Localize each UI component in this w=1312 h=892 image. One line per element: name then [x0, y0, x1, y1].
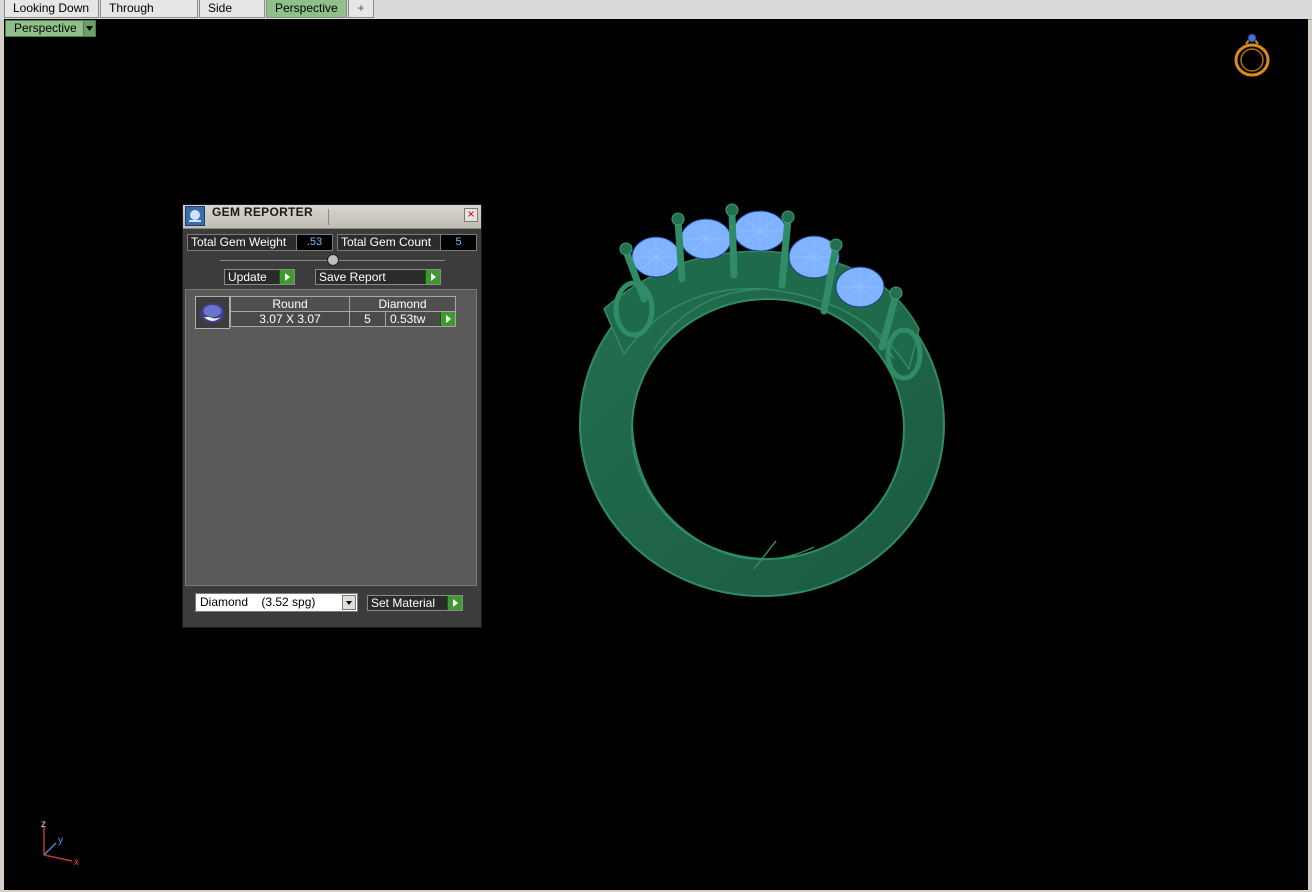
total-gem-count-value[interactable]: 5: [441, 234, 477, 251]
chevron-down-icon[interactable]: [82, 21, 95, 36]
play-arrow-icon[interactable]: [447, 596, 462, 610]
view-tab-bar: Looking Down Through Finger Side View Pe…: [0, 0, 1312, 32]
round-gem-thumbnail-icon[interactable]: [195, 296, 230, 329]
gem-size: 3.07 X 3.07: [230, 311, 350, 327]
save-report-button-label: Save Report: [319, 270, 386, 284]
close-icon[interactable]: ×: [464, 208, 478, 222]
total-gem-weight-label: Total Gem Weight: [187, 234, 297, 251]
gem-material: Diamond: [349, 296, 456, 312]
update-button-label: Update: [228, 270, 267, 284]
tab-side-view[interactable]: Side View: [199, 0, 265, 32]
tab-looking-down[interactable]: Looking Down: [4, 0, 99, 18]
ring-icon[interactable]: [1232, 30, 1272, 80]
gem-reporter-title: GEM REPORTER: [212, 205, 313, 219]
save-report-button[interactable]: Save Report: [315, 269, 441, 285]
gem-reporter-titlebar[interactable]: GEM REPORTER ×: [183, 205, 481, 229]
set-material-button[interactable]: Set Material: [367, 595, 463, 611]
view-label-dropdown[interactable]: Perspective: [5, 20, 96, 37]
total-gem-count-label: Total Gem Count: [337, 234, 441, 251]
total-gem-count-field: Total Gem Count 5: [337, 234, 477, 251]
tab-perspective[interactable]: Perspective: [266, 0, 347, 18]
gem-count: 5: [349, 311, 386, 327]
table-row[interactable]: Round Diamond: [230, 296, 456, 312]
tab-through-finger[interactable]: Through Finger: [100, 0, 198, 32]
chevron-down-icon[interactable]: [342, 595, 356, 610]
set-material-button-label: Set Material: [371, 596, 436, 610]
total-gem-weight-value[interactable]: .53: [297, 234, 333, 251]
gem-shape: Round: [230, 296, 350, 312]
axis-x-label: x: [74, 857, 79, 868]
play-arrow-icon[interactable]: [279, 270, 294, 284]
title-divider: [328, 209, 329, 225]
gem-reporter-panel: GEM REPORTER × Total Gem Weight .53 Tota…: [182, 204, 482, 628]
play-arrow-icon[interactable]: [425, 270, 440, 284]
axis-triad: z y x: [41, 819, 79, 868]
axis-z-label: z: [41, 819, 46, 830]
add-tab-button[interactable]: +: [348, 0, 374, 18]
gem-reporter-logo-icon: [185, 206, 205, 226]
ring-3d-model[interactable]: [564, 179, 964, 609]
material-select-value: Diamond (3.52 spg): [200, 595, 316, 609]
play-arrow-icon[interactable]: [440, 312, 455, 326]
gem-table: Round Diamond 3.07 X 3.07 5 0.53tw: [230, 296, 456, 327]
table-row[interactable]: 3.07 X 3.07 5 0.53tw: [230, 311, 456, 327]
gem-weight: 0.53tw: [390, 312, 426, 326]
view-label-text: Perspective: [14, 21, 77, 35]
splitter-handle[interactable]: [327, 254, 339, 266]
gem-list: Round Diamond 3.07 X 3.07 5 0.53tw: [185, 289, 477, 586]
gem-weight-cell: 0.53tw: [385, 311, 456, 327]
update-button[interactable]: Update: [224, 269, 295, 285]
axis-y-label: y: [58, 835, 63, 846]
material-select[interactable]: Diamond (3.52 spg): [195, 593, 358, 612]
total-gem-weight-field: Total Gem Weight .53: [187, 234, 333, 251]
